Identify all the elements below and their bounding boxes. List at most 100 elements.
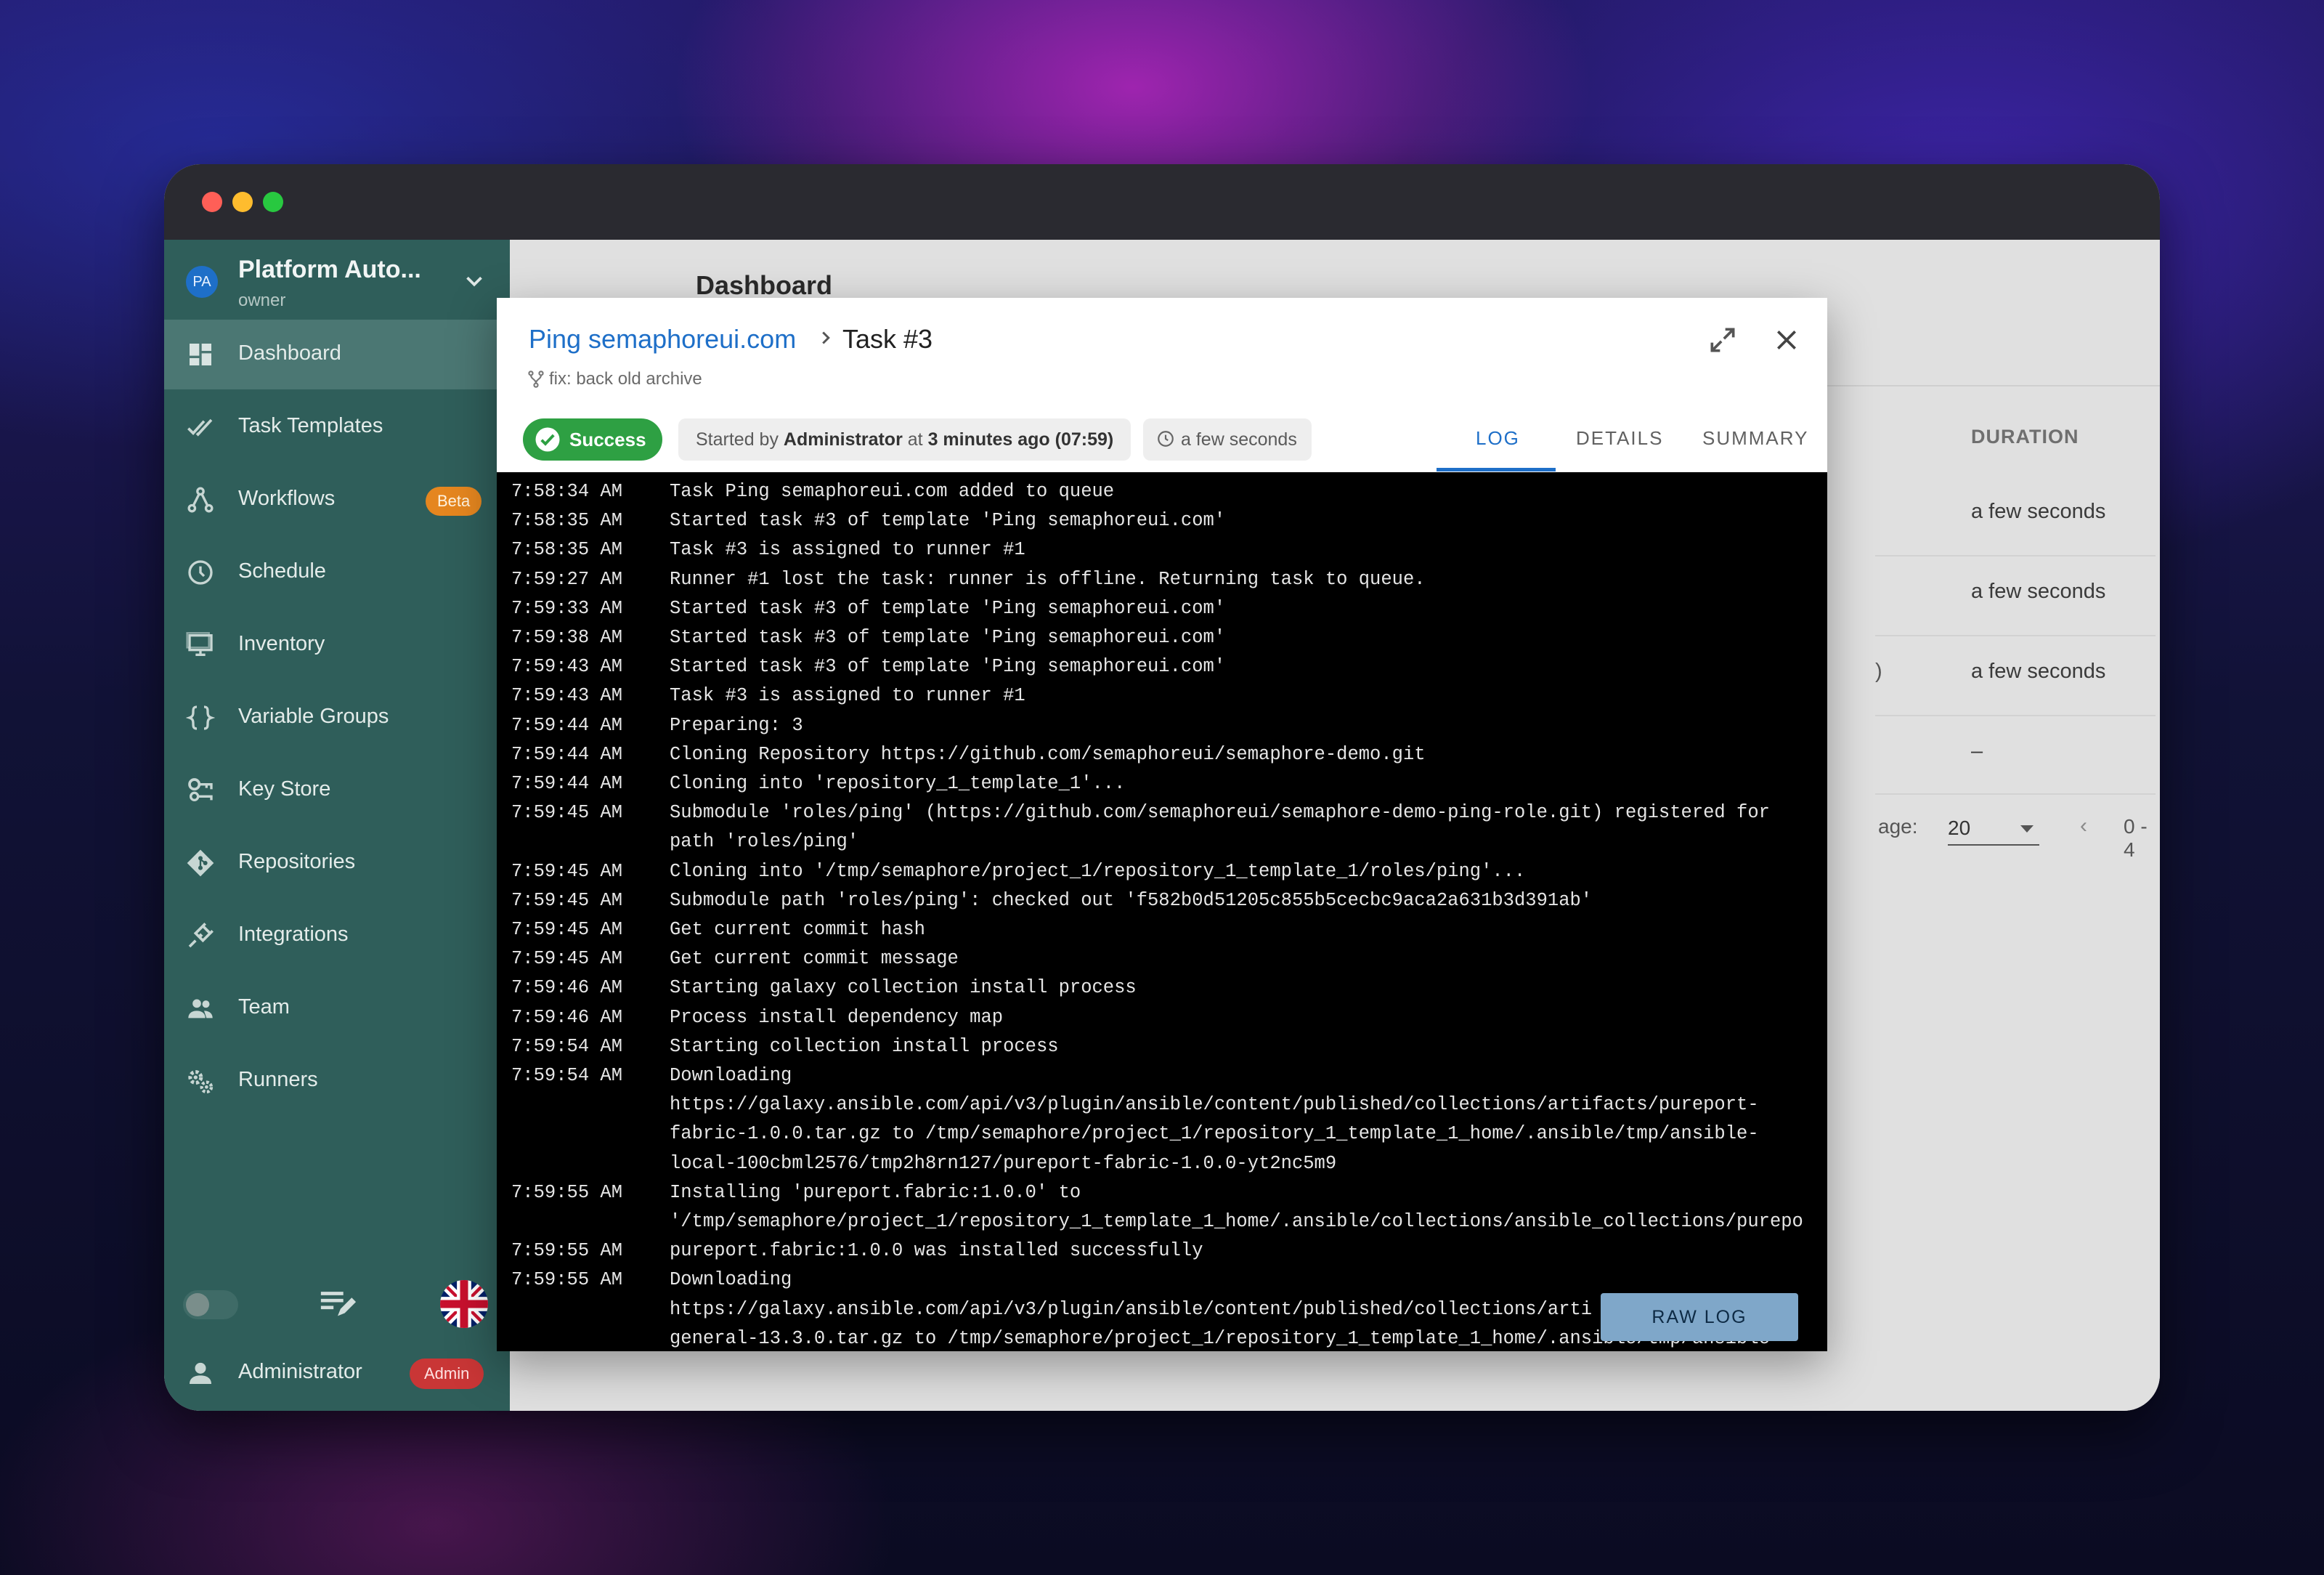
log-message: Starting collection install process bbox=[670, 1035, 1059, 1057]
sidebar-item-label: Inventory bbox=[238, 632, 325, 655]
project-role: owner bbox=[238, 291, 286, 310]
close-icon[interactable] bbox=[1772, 325, 1801, 355]
log-message: Started task #3 of template 'Ping semaph… bbox=[670, 656, 1226, 678]
toggle-knob bbox=[186, 1293, 209, 1316]
sidebar-item-key-store[interactable]: Key Store bbox=[164, 756, 510, 825]
log-timestamp: 7:58:35 AM bbox=[511, 539, 623, 561]
status-text: Success bbox=[569, 429, 646, 450]
row-divider bbox=[1875, 715, 2156, 716]
log-output[interactable]: 7:58:34 AM Task Ping semaphoreui.com adde… bbox=[497, 472, 1827, 1351]
log-message: Installing 'pureport.fabric:1.0.0' to bbox=[670, 1181, 1081, 1203]
started-user: Administrator bbox=[783, 429, 903, 450]
table-cell-duration: a few seconds bbox=[1971, 660, 2106, 683]
log-timestamp: 7:59:44 AM bbox=[511, 773, 623, 794]
close-window-button[interactable] bbox=[202, 192, 222, 212]
log-message: Get current commit message bbox=[670, 948, 959, 970]
sidebar: PA Platform Auto... owner Dashboard Task… bbox=[164, 240, 510, 1411]
rows-per-page-label: age: bbox=[1878, 815, 1918, 838]
log-message: path 'roles/ping' bbox=[670, 831, 859, 853]
log-timestamp: 7:59:54 AM bbox=[511, 1035, 623, 1057]
notes-edit-icon[interactable] bbox=[318, 1286, 357, 1321]
sidebar-item-integrations[interactable]: Integrations bbox=[164, 901, 510, 971]
sidebar-item-schedule[interactable]: Schedule bbox=[164, 538, 510, 607]
admin-badge: Admin bbox=[410, 1359, 484, 1389]
log-timestamp: 7:59:45 AM bbox=[511, 919, 623, 940]
log-timestamp: 7:59:43 AM bbox=[511, 685, 623, 707]
uk-flag-icon[interactable] bbox=[440, 1280, 488, 1328]
maximize-window-button[interactable] bbox=[263, 192, 283, 212]
table-cell-duration: a few seconds bbox=[1971, 500, 2106, 523]
log-message: Started task #3 of template 'Ping semaph… bbox=[670, 597, 1226, 619]
sidebar-item-label: Schedule bbox=[238, 559, 326, 583]
log-message: Downloading bbox=[670, 1065, 792, 1086]
log-message: pureport.fabric:1.0.0 was installed succ… bbox=[670, 1240, 1203, 1262]
sidebar-item-label: Key Store bbox=[238, 777, 331, 801]
chevron-left-icon[interactable]: ‹ bbox=[2080, 814, 2087, 838]
row-divider bbox=[1875, 635, 2156, 636]
task-dialog: Ping semaphoreui.com Task #3 fix: back o… bbox=[497, 298, 1827, 1351]
log-timestamp: 7:59:38 AM bbox=[511, 627, 623, 648]
commit-message: fix: back old archive bbox=[549, 369, 702, 389]
active-tab-indicator bbox=[1437, 468, 1556, 471]
tab-log[interactable]: LOG bbox=[1476, 427, 1520, 450]
rows-per-page-value: 20 bbox=[1948, 817, 1971, 839]
dashboard-icon bbox=[190, 344, 211, 365]
log-timestamp: 7:59:55 AM bbox=[511, 1240, 623, 1262]
sidebar-item-repositories[interactable]: Repositories bbox=[164, 828, 510, 898]
dark-mode-toggle[interactable] bbox=[183, 1290, 238, 1319]
sidebar-item-label: Workflows bbox=[238, 487, 336, 510]
log-message: Task #3 is assigned to runner #1 bbox=[670, 539, 1025, 561]
started-when: 3 minutes ago (07:59) bbox=[927, 429, 1114, 450]
raw-log-button[interactable]: RAW LOG bbox=[1601, 1293, 1798, 1341]
pagination-range: 0 - 4 bbox=[2124, 815, 2148, 861]
duration-column-header[interactable]: DURATION bbox=[1971, 426, 2079, 448]
project-name: Platform Auto... bbox=[238, 256, 421, 283]
sidebar-item-task-templates[interactable]: Task Templates bbox=[164, 392, 510, 462]
project-avatar: PA bbox=[186, 266, 218, 298]
git-icon bbox=[187, 849, 214, 877]
log-message: Cloning Repository https://github.com/se… bbox=[670, 743, 1426, 765]
log-message: Task #3 is assigned to runner #1 bbox=[670, 685, 1025, 707]
sidebar-item-dashboard[interactable]: Dashboard bbox=[164, 320, 510, 389]
sidebar-item-variable-groups[interactable]: Variable Groups bbox=[164, 683, 510, 753]
log-timestamp: 7:59:45 AM bbox=[511, 860, 623, 882]
log-timestamp: 7:59:46 AM bbox=[511, 1006, 623, 1028]
caret-down-icon bbox=[2020, 825, 2033, 833]
sidebar-item-runners[interactable]: Runners bbox=[164, 1046, 510, 1116]
project-switcher[interactable]: PA Platform Auto... owner bbox=[164, 240, 510, 320]
sidebar-item-team[interactable]: Team bbox=[164, 973, 510, 1043]
clock-icon bbox=[188, 560, 213, 585]
people-icon bbox=[188, 999, 213, 1019]
log-message: Starting galaxy collection install proce… bbox=[670, 977, 1137, 999]
log-timestamp: 7:59:45 AM bbox=[511, 948, 623, 970]
key-icon bbox=[188, 778, 213, 801]
git-branch-icon bbox=[528, 371, 544, 388]
sidebar-item-workflows[interactable]: Workflows Beta bbox=[164, 465, 510, 535]
status-badge: Success bbox=[523, 418, 662, 461]
sidebar-item-label: Variable Groups bbox=[238, 705, 389, 728]
tab-details[interactable]: DETAILS bbox=[1576, 427, 1663, 450]
sidebar-item-label: Task Templates bbox=[238, 414, 383, 437]
checks-icon bbox=[187, 418, 213, 437]
sidebar-item-inventory[interactable]: Inventory bbox=[164, 610, 510, 680]
template-link[interactable]: Ping semaphoreui.com bbox=[529, 324, 796, 355]
log-message: Process install dependency map bbox=[670, 1006, 1004, 1028]
page-title: Dashboard bbox=[696, 270, 833, 300]
expand-icon[interactable] bbox=[1707, 324, 1739, 356]
log-timestamp: 7:59:45 AM bbox=[511, 889, 623, 911]
log-message: Submodule path 'roles/ping': checked out… bbox=[670, 889, 1593, 911]
sidebar-item-label: Dashboard bbox=[238, 341, 341, 365]
log-message: Task Ping semaphoreui.com added to queue bbox=[670, 481, 1115, 502]
chevron-right-icon bbox=[822, 331, 830, 344]
table-cell-duration: a few seconds bbox=[1971, 580, 2106, 603]
user-name[interactable]: Administrator bbox=[238, 1360, 362, 1384]
log-timestamp: 7:59:55 AM bbox=[511, 1269, 623, 1291]
tab-summary[interactable]: SUMMARY bbox=[1702, 427, 1808, 450]
started-by-chip: Started by Administrator at 3 minutes ag… bbox=[678, 418, 1131, 461]
log-message: Preparing: 3 bbox=[670, 714, 803, 736]
log-timestamp: 7:59:44 AM bbox=[511, 743, 623, 765]
started-prefix: Started by bbox=[696, 429, 779, 450]
chevron-down-icon[interactable] bbox=[460, 267, 488, 295]
minimize-window-button[interactable] bbox=[232, 192, 253, 212]
rows-per-page-select[interactable]: 20 bbox=[1948, 814, 2039, 846]
